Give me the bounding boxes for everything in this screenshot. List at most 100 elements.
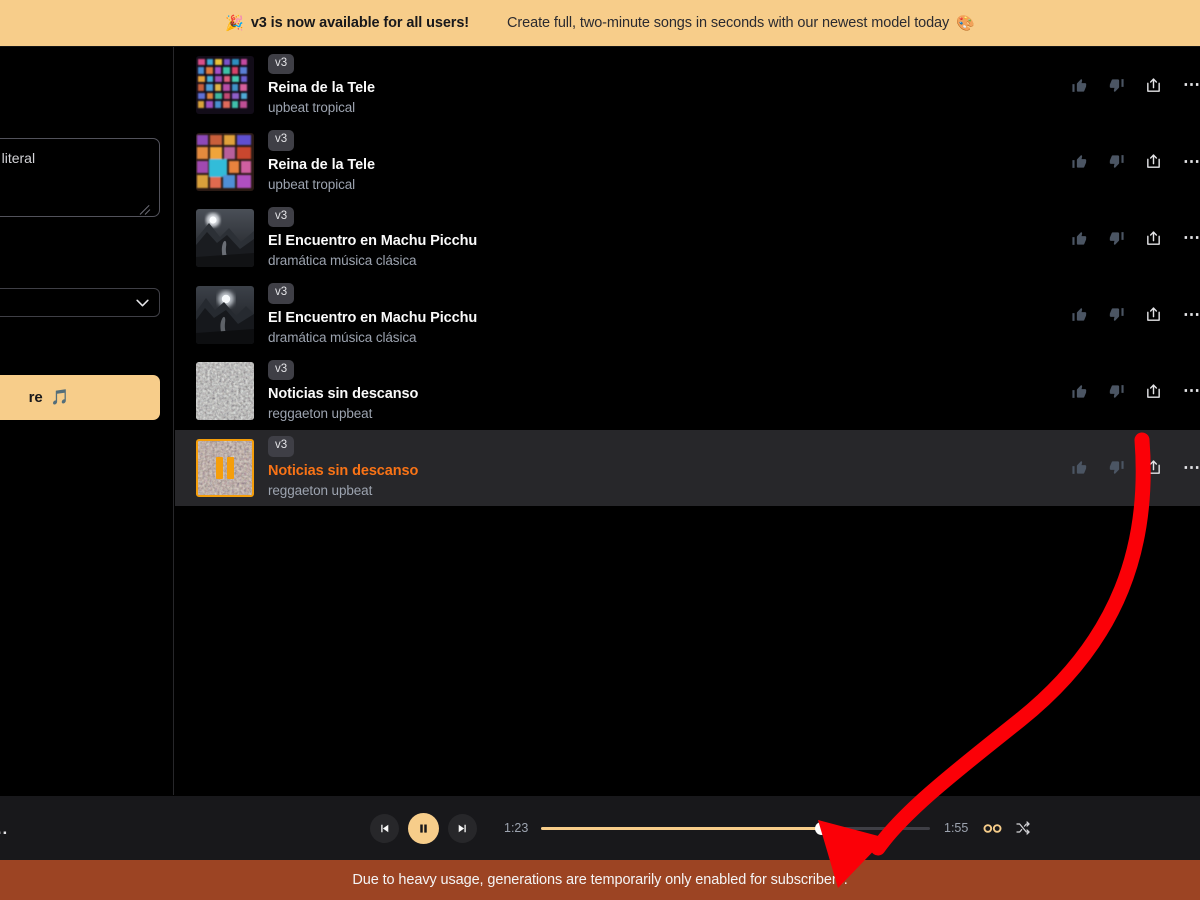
thumbs-down-icon[interactable]: [1106, 381, 1126, 401]
thumbs-down-icon[interactable]: [1106, 75, 1126, 95]
song-style: dramática música clásica: [268, 329, 417, 345]
total-time: 1:55: [944, 821, 969, 835]
song-title[interactable]: Noticias sin descanso: [268, 385, 418, 403]
more-options-icon[interactable]: ⋯: [1180, 381, 1200, 401]
infinity-loop-icon[interactable]: [982, 818, 1002, 838]
thumbs-down-icon[interactable]: [1106, 228, 1126, 248]
play-pause-button[interactable]: [408, 812, 439, 844]
more-options-icon[interactable]: ⋯: [1180, 305, 1200, 325]
song-thumbnail[interactable]: [196, 438, 254, 497]
version-badge: v3: [268, 283, 295, 304]
table-row[interactable]: v3 Noticias sin descanso reggaeton upbea…: [175, 429, 1200, 506]
thumbs-up-icon[interactable]: [1069, 75, 1089, 95]
seek-fill: [541, 827, 822, 830]
song-style: upbeat tropical: [268, 100, 356, 116]
table-row[interactable]: v3 El Encuentro en Machu Picchu dramátic…: [175, 277, 1200, 354]
create-button-label: re: [28, 389, 43, 406]
music-note-icon: 🎵: [50, 389, 70, 406]
song-style: reggaeton upbeat: [268, 482, 373, 498]
table-row[interactable]: v3 Noticias sin descanso reggaeton upbea…: [175, 353, 1200, 430]
promo-banner[interactable]: 🎉 v3 is now available for all users! Cre…: [0, 0, 1200, 47]
more-options-icon[interactable]: ⋯: [1180, 228, 1200, 248]
pause-icon[interactable]: [198, 441, 252, 495]
share-icon[interactable]: [1143, 305, 1163, 325]
version-badge: v3: [268, 436, 295, 457]
song-title[interactable]: El Encuentro en Machu Picchu: [268, 232, 477, 250]
thumbs-up-icon[interactable]: [1069, 381, 1089, 401]
song-meta: v3 Reina de la Tele upbeat tropical: [268, 130, 375, 193]
promo-headline: v3 is now available for all users!: [250, 15, 470, 31]
seek-thumb[interactable]: [814, 821, 828, 835]
thumbs-up-icon[interactable]: [1069, 305, 1089, 325]
promo-subtext: Create full, two-minute songs in seconds…: [507, 15, 950, 31]
prompt-textarea[interactable]: [0, 138, 160, 217]
create-button[interactable]: re 🎵: [0, 375, 160, 420]
row-actions: ⋯: [1069, 75, 1200, 95]
transport-controls: [370, 812, 477, 844]
share-icon[interactable]: [1143, 228, 1163, 248]
share-icon[interactable]: [1143, 458, 1163, 478]
row-actions: ⋯: [1069, 228, 1200, 248]
more-options-icon[interactable]: ⋯: [1180, 458, 1200, 478]
version-badge: v3: [268, 53, 295, 75]
moonlit-mountain-grey-art: [196, 209, 254, 268]
song-title[interactable]: Noticias sin descanso: [268, 462, 418, 480]
skip-previous-icon[interactable]: [370, 813, 399, 843]
song-style: dramática música clásica: [268, 253, 417, 269]
song-meta: v3 Noticias sin descanso reggaeton upbea…: [268, 359, 418, 423]
song-thumbnail[interactable]: [196, 362, 254, 421]
thumbs-up-icon[interactable]: [1069, 228, 1089, 248]
song-thumbnail[interactable]: [196, 285, 254, 344]
version-badge: v3: [268, 206, 295, 228]
table-row[interactable]: v3 Reina de la Tele upbeat tropical ⋯: [175, 124, 1200, 201]
song-meta: v3 Reina de la Tele upbeat tropical: [268, 53, 375, 117]
song-title[interactable]: Reina de la Tele: [268, 156, 375, 174]
more-options-icon[interactable]: ⋯: [1180, 75, 1200, 95]
song-meta: v3 Noticias sin descanso reggaeton upbea…: [268, 436, 418, 499]
promo-subtext-group: Create full, two-minute songs in seconds…: [507, 15, 975, 31]
style-select[interactable]: [0, 288, 160, 317]
chevron-down-icon: [136, 299, 149, 306]
song-title[interactable]: Reina de la Tele: [268, 79, 375, 97]
row-actions: ⋯: [1069, 305, 1200, 325]
thumbs-down-icon[interactable]: [1106, 152, 1126, 172]
row-actions: ⋯: [1069, 381, 1200, 401]
status-banner: Due to heavy usage, generations are temp…: [0, 860, 1200, 900]
shuffle-icon[interactable]: [1013, 818, 1033, 838]
song-thumbnail[interactable]: [196, 209, 254, 268]
tv-mosaic-colorful-art: [196, 56, 254, 115]
table-row[interactable]: v3 Reina de la Tele upbeat tropical ⋯: [175, 47, 1200, 124]
song-title[interactable]: El Encuentro en Machu Picchu: [268, 309, 477, 327]
song-thumbnail[interactable]: [196, 132, 254, 191]
song-meta: v3 El Encuentro en Machu Picchu dramátic…: [268, 283, 477, 346]
tv-mosaic-warm-art: [196, 132, 254, 191]
thumbs-up-icon[interactable]: [1069, 458, 1089, 478]
thumbs-down-icon[interactable]: [1106, 305, 1126, 325]
artist-palette-icon: 🎨: [956, 14, 975, 32]
more-options-icon[interactable]: ⋯: [1180, 152, 1200, 172]
player-more-options[interactable]: ...: [0, 819, 8, 839]
song-style: upbeat tropical: [268, 176, 356, 192]
song-meta: v3 El Encuentro en Machu Picchu dramátic…: [268, 206, 477, 270]
seek-slider[interactable]: [541, 821, 930, 835]
moonlit-mountain-dark-art: [196, 285, 254, 344]
thumbs-up-icon[interactable]: [1069, 152, 1089, 172]
pause-icon: [420, 823, 427, 833]
row-actions: ⋯: [1069, 458, 1200, 478]
song-style: reggaeton upbeat: [268, 406, 373, 422]
share-icon[interactable]: [1143, 381, 1163, 401]
player-bar: ... 1:23 1:55: [0, 795, 1200, 860]
song-list: v3 Reina de la Tele upbeat tropical ⋯ v3…: [175, 47, 1200, 795]
thumbs-down-icon[interactable]: [1106, 458, 1126, 478]
song-thumbnail[interactable]: [196, 56, 254, 115]
party-popper-icon: 🎉: [225, 14, 244, 32]
grey-rubble-texture-art: [196, 362, 254, 421]
version-badge: v3: [268, 130, 295, 151]
skip-next-icon[interactable]: [448, 813, 477, 843]
table-row[interactable]: v3 El Encuentro en Machu Picchu dramátic…: [175, 200, 1200, 277]
status-banner-message: Due to heavy usage, generations are temp…: [352, 872, 848, 888]
sidebar: re 🎵 ...: [0, 47, 174, 795]
current-time: 1:23: [504, 821, 529, 835]
share-icon[interactable]: [1143, 152, 1163, 172]
share-icon[interactable]: [1143, 75, 1163, 95]
